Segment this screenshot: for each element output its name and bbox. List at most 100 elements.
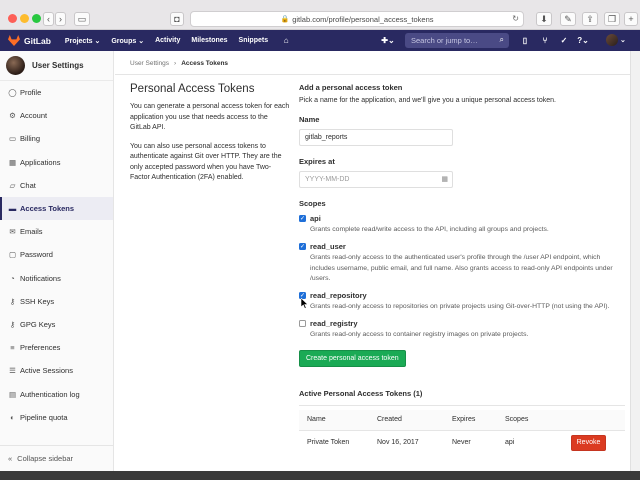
table-row: Private Token Nov 16, 2017 Never api Rev… <box>299 431 625 455</box>
new-tab-button[interactable]: + <box>624 12 638 26</box>
close-window-button[interactable] <box>8 14 17 23</box>
apps-icon: ▦ <box>8 157 17 167</box>
gitlab-logo[interactable]: GitLab <box>8 35 51 46</box>
minimize-window-button[interactable] <box>20 14 29 23</box>
search-placeholder: Search or jump to… <box>411 36 478 45</box>
sidebar-item-ssh-keys[interactable]: ⚷ SSH Keys <box>0 290 113 313</box>
name-field[interactable]: gitlab_reports <box>299 129 453 146</box>
back-button[interactable]: ‹ <box>43 12 54 26</box>
user-menu[interactable]: ⌄ <box>606 34 626 46</box>
sidebar-item-profile[interactable]: ◯ Profile <box>0 81 113 104</box>
sidebar-item-authentication-log[interactable]: ▤ Authentication log <box>0 382 113 405</box>
sidebar-item-pipeline-quota[interactable]: ◐ Pipeline quota <box>0 406 113 429</box>
sidebar-item-label: Chat <box>20 180 36 190</box>
nav-milestones[interactable]: Milestones <box>191 37 227 44</box>
sidebar-item-notifications[interactable]: ◔ Notifications <box>0 267 113 290</box>
avatar <box>606 34 618 46</box>
active-tokens-table: Name Created Expires Scopes Private Toke… <box>299 409 625 455</box>
scope-name[interactable]: api <box>310 214 549 223</box>
sidebar-item-emails[interactable]: ✉ Emails <box>0 220 113 243</box>
column-header: Scopes <box>505 416 529 424</box>
revoke-button[interactable]: Revoke <box>571 434 606 451</box>
nav-projects[interactable]: Projects ⌄ <box>65 37 100 45</box>
sidebar-item-billing[interactable]: ▭ Billing <box>0 127 113 150</box>
sidebar-item-preferences[interactable]: ≡ Preferences <box>0 336 113 359</box>
edit-button[interactable]: ✎ <box>560 12 576 26</box>
nav-groups[interactable]: Groups ⌄ <box>111 37 144 45</box>
scope-read-user-checkbox[interactable]: ✓ <box>299 242 306 250</box>
privacy-button[interactable]: ◘ <box>170 12 184 26</box>
quota-icon: ◐ <box>10 412 15 422</box>
scope-read-user: ✓ read_user Grants read-only access to t… <box>299 242 625 285</box>
share-button[interactable]: ⇪ <box>582 12 598 26</box>
table-header: Name Created Expires Scopes <box>299 409 625 431</box>
double-chevron-left-icon: « <box>8 454 13 463</box>
scope-description: Grants read-only access to container reg… <box>310 330 529 338</box>
sidebar-icon: ▭ <box>77 13 87 24</box>
intro-column: Personal Access Tokens You can generate … <box>130 83 290 192</box>
merge-requests-icon[interactable]: ⑂ <box>538 34 552 48</box>
forward-button[interactable]: › <box>55 12 66 26</box>
sidebar-item-access-tokens[interactable]: ▬ Access Tokens <box>0 196 113 221</box>
scope-description: Grants read-only access to the authentic… <box>310 253 613 283</box>
sidebar-toggle-button[interactable]: ▭ <box>74 12 90 26</box>
scopes-label: Scopes <box>299 199 326 208</box>
column-header: Expires <box>452 416 476 424</box>
sidebar-item-chat[interactable]: ▱ Chat <box>0 174 113 197</box>
zoom-window-button[interactable] <box>32 14 41 23</box>
collapse-sidebar-button[interactable]: « Collapse sidebar <box>0 445 114 471</box>
tabs-button[interactable]: ❐ <box>604 12 620 26</box>
help-icon[interactable]: ?⌄ <box>576 34 590 48</box>
sidebar-item-label: GPG Keys <box>20 319 56 329</box>
search-input[interactable]: Search or jump to… ⌕ <box>405 33 509 48</box>
key-icon: ⚷ <box>9 319 16 329</box>
expires-placeholder: YYYY-MM-DD <box>305 176 350 183</box>
chat-icon: ▱ <box>9 180 16 190</box>
sidebar-header[interactable]: User Settings <box>0 51 113 81</box>
mouse-cursor-icon <box>301 298 309 309</box>
calendar-icon: ▦ <box>441 176 448 183</box>
search-icon: ⌕ <box>499 35 504 44</box>
sidebar-item-label: Preferences <box>20 343 61 353</box>
sliders-icon: ≡ <box>10 343 15 353</box>
sidebar-item-account[interactable]: ⚙ Account <box>0 104 113 127</box>
sidebar-item-password[interactable]: ▢ Password <box>0 243 113 266</box>
create-token-button[interactable]: Create personal access token <box>299 349 406 367</box>
scope-name[interactable]: read_repository <box>310 291 609 300</box>
log-icon: ▤ <box>8 389 17 399</box>
sidebar-item-gpg-keys[interactable]: ⚷ GPG Keys <box>0 313 113 336</box>
scope-api: ✓ api Grants complete read/write access … <box>299 214 625 236</box>
gear-icon: ⚙ <box>9 111 16 121</box>
scope-name[interactable]: read_user <box>310 242 625 251</box>
sidebar-item-label: SSH Keys <box>20 296 55 306</box>
sidebar-item-applications[interactable]: ▦ Applications <box>0 151 113 174</box>
new-item-icon[interactable]: ✚⌄ <box>381 34 395 48</box>
issues-icon[interactable]: ▯ <box>518 34 532 48</box>
intro-paragraph: You can also use personal access tokens … <box>130 142 282 182</box>
chevron-right-icon: › <box>174 60 177 67</box>
scope-description: Grants read-only access to repositories … <box>310 303 610 311</box>
nav-activity[interactable]: Activity <box>155 37 180 44</box>
column-header: Created <box>377 416 402 424</box>
tabs-icon: ❐ <box>607 13 617 24</box>
address-bar[interactable]: 🔒 gitlab.com/profile/personal_access_tok… <box>190 11 524 27</box>
nav-snippets[interactable]: Snippets <box>239 37 269 44</box>
page-scrollbar[interactable] <box>630 51 640 471</box>
expires-field[interactable]: YYYY-MM-DD ▦ <box>299 171 453 188</box>
sidebar-item-label: Active Sessions <box>20 366 73 376</box>
form-description: Pick a name for the application, and we'… <box>299 97 556 104</box>
sidebar-item-active-sessions[interactable]: ☰ Active Sessions <box>0 359 113 382</box>
reload-icon[interactable]: ↻ <box>512 14 519 23</box>
todos-icon[interactable]: ✓ <box>557 34 571 48</box>
breadcrumb: User Settings › Access Tokens <box>130 60 228 67</box>
admin-area-icon[interactable]: ⌂ <box>279 34 293 48</box>
scope-api-checkbox[interactable]: ✓ <box>299 215 306 222</box>
expires-label: Expires at <box>299 157 335 166</box>
sidebar-item-label: Billing <box>20 134 41 144</box>
downloads-button[interactable]: ⬇ <box>536 12 552 26</box>
token-name: Private Token <box>307 439 350 447</box>
breadcrumb-parent[interactable]: User Settings <box>130 60 169 67</box>
scope-read-registry-checkbox[interactable] <box>299 319 306 327</box>
avatar <box>6 56 25 75</box>
scope-name[interactable]: read_registry <box>310 319 528 328</box>
